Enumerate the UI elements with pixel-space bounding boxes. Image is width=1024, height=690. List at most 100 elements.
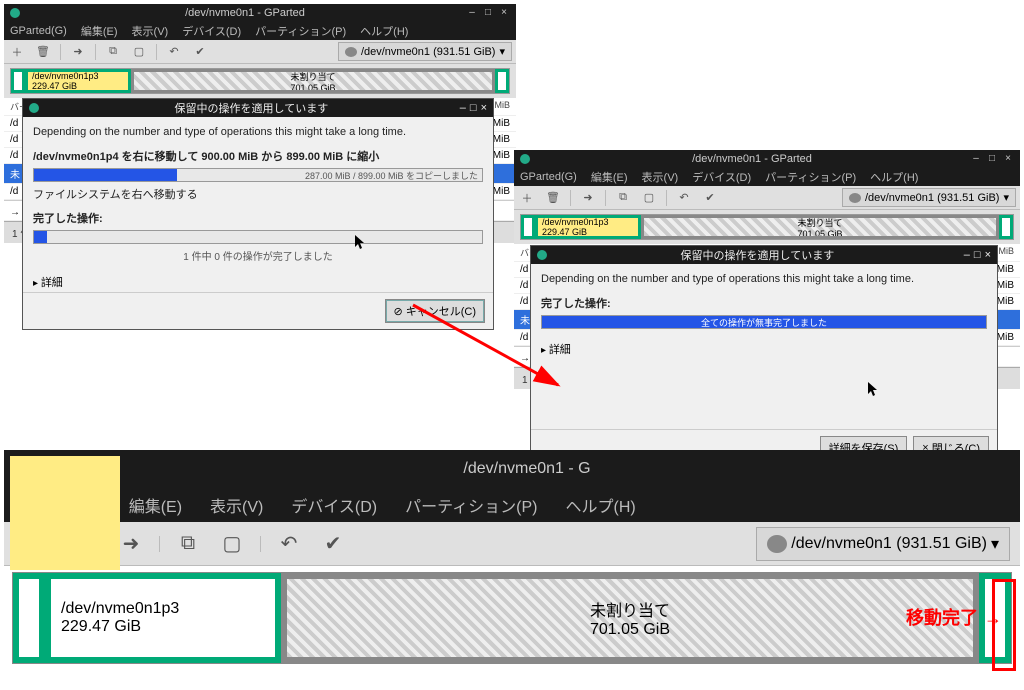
menu-view[interactable]: 表示(V) <box>132 23 169 39</box>
menu-edit[interactable]: 編集(E) <box>81 23 118 39</box>
menu-view[interactable]: 表示(V) <box>210 493 263 517</box>
partition-block-efi[interactable] <box>11 69 25 93</box>
details-expander[interactable]: 詳細 <box>531 339 997 359</box>
undo-icon[interactable]: ↶ <box>165 43 183 61</box>
maximize-icon[interactable]: □ <box>974 249 981 261</box>
operation-progressbar: 287.00 MiB / 899.00 MiB をコピーしました <box>33 168 483 182</box>
copy-icon[interactable]: ⧉ <box>172 528 204 560</box>
partition-block-efi[interactable] <box>521 215 535 239</box>
copy-icon[interactable]: ⧉ <box>614 189 632 207</box>
partition-block-p3[interactable]: /dev/nvme0n1p3 229.47 GiB <box>45 573 281 663</box>
chevron-down-icon: ▾ <box>991 534 999 554</box>
undo-icon[interactable]: ↶ <box>675 189 693 207</box>
device-selector[interactable]: /dev/nvme0n1 (931.51 GiB) ▾ <box>756 527 1010 561</box>
menu-edit[interactable]: 編集(E) <box>591 169 628 185</box>
unallocated-size-label: 701.05 GiB <box>138 83 488 93</box>
partition-block-p3[interactable]: /dev/nvme0n1p3 229.47 GiB <box>535 215 641 239</box>
close-icon[interactable]: × <box>985 249 991 261</box>
close-icon[interactable]: × <box>1002 154 1014 164</box>
minimize-icon[interactable]: – <box>466 8 478 18</box>
partition-strip: /dev/nvme0n1p3 229.47 GiB 未割り当て 701.05 G… <box>520 214 1014 240</box>
details-expander[interactable]: 詳細 <box>23 272 493 292</box>
menu-help[interactable]: ヘルプ(H) <box>565 493 635 517</box>
menu-edit[interactable]: 編集(E) <box>129 493 182 517</box>
menu-view[interactable]: 表示(V) <box>642 169 679 185</box>
paste-icon[interactable]: ▢ <box>640 189 658 207</box>
device-selector[interactable]: /dev/nvme0n1 (931.51 GiB) ▾ <box>842 188 1016 207</box>
menu-device[interactable]: デバイス(D) <box>291 493 377 517</box>
partition-block-unallocated[interactable]: 未割り当て 701.05 GiB <box>281 573 979 663</box>
menubar: GParted(G) 編集(E) 表示(V) デバイス(D) パーティション(P… <box>4 488 1020 522</box>
minimize-icon[interactable]: – <box>460 102 466 114</box>
toolbar: ＋ 🗑 ➜ ⧉ ▢ ↶ ✔ /dev/nvme0n1 (931.51 GiB) … <box>4 522 1020 566</box>
apply-icon[interactable]: ✔ <box>701 189 719 207</box>
menu-partition[interactable]: パーティション(P) <box>765 169 856 185</box>
partition-size-label: 229.47 GiB <box>61 618 265 636</box>
partition-block-tail[interactable] <box>999 215 1013 239</box>
menu-partition[interactable]: パーティション(P) <box>255 23 346 39</box>
new-partition-icon[interactable]: ＋ <box>518 189 536 207</box>
paste-icon[interactable]: ▢ <box>216 528 248 560</box>
maximize-icon[interactable]: □ <box>482 8 494 18</box>
paste-icon[interactable]: ▢ <box>130 43 148 61</box>
minimize-icon[interactable]: – <box>964 249 970 261</box>
cancel-icon: ⊘ <box>394 305 403 318</box>
partition-name-label: /dev/nvme0n1p3 <box>32 71 124 81</box>
menu-device[interactable]: デバイス(D) <box>182 23 241 39</box>
partition-block-p3[interactable]: /dev/nvme0n1p3 229.47 GiB <box>25 69 131 93</box>
minimize-icon[interactable]: – <box>970 154 982 164</box>
device-selector[interactable]: /dev/nvme0n1 (931.51 GiB) ▾ <box>338 42 512 61</box>
total-progress-text: 1 件中 0 件の操作が完了しました <box>33 248 483 263</box>
dialog-titlebar: 保留中の操作を適用しています – □ × <box>531 246 997 264</box>
unallocated-size-label: 701.05 GiB <box>648 229 992 239</box>
toolbar: ＋ 🗑 ➜ ⧉ ▢ ↶ ✔ /dev/nvme0n1 (931.51 GiB) … <box>514 186 1020 210</box>
menu-partition[interactable]: パーティション(P) <box>405 493 537 517</box>
menu-device[interactable]: デバイス(D) <box>692 169 751 185</box>
operation-progress-text: 287.00 MiB / 899.00 MiB をコピーしました <box>305 169 478 182</box>
apply-icon[interactable]: ✔ <box>317 528 349 560</box>
copy-icon[interactable]: ⧉ <box>104 43 122 61</box>
annotation-arrow-icon <box>408 300 578 400</box>
undo-icon[interactable]: ↶ <box>273 528 305 560</box>
partition-strip: /dev/nvme0n1p3 229.47 GiB 未割り当て 701.05 G… <box>10 68 510 94</box>
dialog-titlebar: 保留中の操作を適用しています – □ × <box>23 99 493 117</box>
delete-icon[interactable]: 🗑 <box>544 189 562 207</box>
maximize-icon[interactable]: □ <box>986 154 998 164</box>
delete-icon[interactable]: 🗑 <box>34 43 52 61</box>
dialog-title: 保留中の操作を適用しています <box>43 100 460 116</box>
harddisk-icon <box>767 535 787 553</box>
annotation-highlight-box <box>992 579 1016 671</box>
titlebar: /dev/nvme0n1 - GParted – □ × <box>4 4 516 22</box>
device-selector-label: /dev/nvme0n1 (931.51 GiB) <box>791 535 987 553</box>
maximize-icon[interactable]: □ <box>470 102 477 114</box>
close-icon[interactable]: × <box>498 8 510 18</box>
resize-move-icon[interactable]: ➜ <box>579 189 597 207</box>
partition-block-efi[interactable] <box>13 573 45 663</box>
menu-gparted[interactable]: GParted(G) <box>10 25 67 37</box>
total-progressbar <box>33 230 483 244</box>
menubar: GParted(G) 編集(E) 表示(V) デバイス(D) パーティション(P… <box>514 168 1020 186</box>
gparted-logo-icon <box>29 103 39 113</box>
close-icon[interactable]: × <box>481 102 487 114</box>
menu-gparted[interactable]: GParted(G) <box>520 171 577 183</box>
partition-block-unallocated[interactable]: 未割り当て 701.05 GiB <box>641 215 999 239</box>
window-title: /dev/nvme0n1 - GParted <box>24 7 466 19</box>
harddisk-icon <box>345 47 357 57</box>
operation-step: ファイルシステムを右へ移動する <box>33 186 483 202</box>
chevron-down-icon: ▾ <box>1003 191 1009 204</box>
titlebar: /dev/nvme0n1 - GParted – □ × <box>514 150 1020 168</box>
partition-block-unallocated[interactable]: 未割り当て 701.05 GiB <box>131 69 495 93</box>
menubar: GParted(G) 編集(E) 表示(V) デバイス(D) パーティション(P… <box>4 22 516 40</box>
dialog-note: Depending on the number and type of oper… <box>33 126 483 138</box>
device-selector-label: /dev/nvme0n1 (931.51 GiB) <box>361 46 496 58</box>
unallocated-label: 未割り当て <box>138 70 488 83</box>
apply-icon[interactable]: ✔ <box>191 43 209 61</box>
new-partition-icon[interactable]: ＋ <box>8 43 26 61</box>
unallocated-size-label: 701.05 GiB <box>590 621 670 639</box>
menu-help[interactable]: ヘルプ(H) <box>360 23 408 39</box>
chevron-down-icon: ▾ <box>499 45 505 58</box>
unallocated-label: 未割り当て <box>590 597 670 621</box>
menu-help[interactable]: ヘルプ(H) <box>870 169 918 185</box>
resize-move-icon[interactable]: ➜ <box>69 43 87 61</box>
partition-block-tail[interactable] <box>495 69 509 93</box>
